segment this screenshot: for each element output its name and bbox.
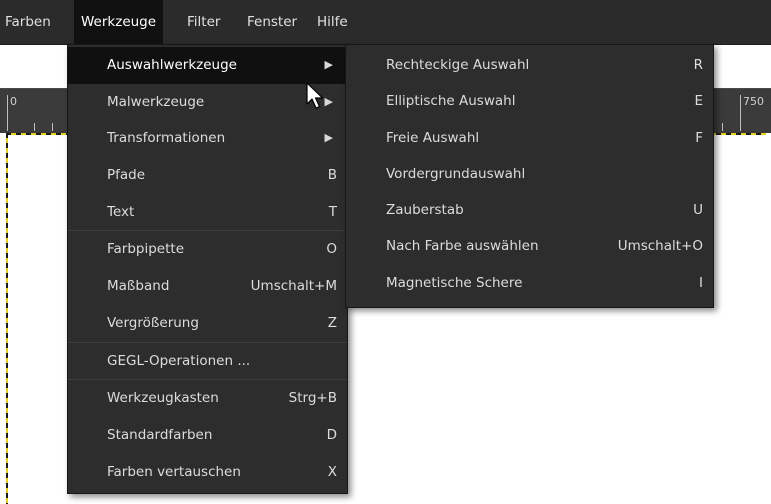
menu-item-auswahlwerkzeuge[interactable]: Auswahlwerkzeuge ▶ [68, 47, 347, 84]
menu-item-magnetische-schere[interactable]: Magnetische Schere I [346, 265, 713, 301]
menubar-item-werkzeuge[interactable]: Werkzeuge [74, 0, 164, 44]
menu-item-label: Werkzeugkasten [107, 390, 219, 407]
menu-item-freie-auswahl[interactable]: Freie Auswahl F [346, 120, 713, 156]
menu-item-label: Rechteckige Auswahl [386, 57, 530, 73]
ruler-tick [7, 95, 8, 131]
menu-item-label: Farben vertauschen [107, 463, 241, 480]
werkzeuge-menu: Auswahlwerkzeuge ▶ Malwerkzeuge ▶ Transf… [67, 44, 348, 494]
shortcut-label: Strg+B [288, 390, 337, 407]
shortcut-label: X [327, 463, 337, 480]
menu-item-label: Transformationen [107, 130, 226, 147]
menu-item-nach-farbe-auswaehlen[interactable]: Nach Farbe auswählen Umschalt+O [346, 228, 713, 264]
menu-item-farbpipette[interactable]: Farbpipette O [68, 231, 347, 268]
menubar-item-hilfe[interactable]: Hilfe [310, 0, 355, 44]
menu-item-farben-vertauschen[interactable]: Farben vertauschen X [68, 454, 347, 491]
menu-item-label: GEGL-Operationen ... [107, 352, 251, 369]
menu-item-label: Vergrößerung [107, 314, 199, 331]
ruler-tick [34, 123, 35, 131]
shortcut-label: Umschalt+M [250, 278, 337, 295]
menu-item-label: Pfade [107, 167, 146, 184]
menu-item-vordergrundauswahl[interactable]: Vordergrundauswahl [346, 156, 713, 192]
menu-item-label: Malwerkzeuge [107, 93, 205, 110]
shortcut-label: B [327, 167, 337, 184]
menu-item-pfade[interactable]: Pfade B [68, 157, 347, 194]
selection-marching-ants-left [6, 133, 8, 504]
menu-item-label: Standardfarben [107, 426, 213, 443]
menu-item-transformationen[interactable]: Transformationen ▶ [68, 120, 347, 157]
menu-item-label: Magnetische Schere [386, 274, 523, 291]
triangle-right-icon: ▶ [324, 58, 333, 71]
menu-item-text[interactable]: Text T [68, 194, 347, 231]
menu-item-massband[interactable]: Maßband Umschalt+M [68, 268, 347, 305]
menu-item-elliptische-auswahl[interactable]: Elliptische Auswahl E [346, 83, 713, 119]
ruler-label-end: 750 [743, 95, 764, 108]
shortcut-label: F [695, 129, 703, 146]
menu-item-label: Nach Farbe auswählen [386, 238, 539, 255]
triangle-right-icon: ▶ [324, 131, 333, 145]
menubar-item-farben[interactable]: Farben [0, 0, 58, 44]
menu-item-label: Freie Auswahl [386, 129, 480, 146]
ruler-label-start: 0 [10, 95, 17, 108]
shortcut-label: I [699, 274, 703, 291]
shortcut-label: E [694, 93, 703, 110]
mouse-pointer-icon [306, 82, 324, 109]
menu-item-label: Vordergrundauswahl [386, 165, 526, 182]
ruler-tick [740, 95, 741, 131]
shortcut-label: Z [327, 314, 337, 331]
menubar-item-fenster[interactable]: Fenster [240, 0, 304, 44]
ruler-tick [722, 123, 723, 131]
shortcut-label: U [693, 202, 703, 219]
menu-item-vergroesserung[interactable]: Vergrößerung Z [68, 305, 347, 342]
menu-item-label: Auswahlwerkzeuge [107, 57, 237, 73]
auswahlwerkzeuge-submenu: Rechteckige Auswahl R Elliptische Auswah… [345, 44, 714, 308]
shortcut-label: T [328, 203, 337, 220]
menu-item-rechteckige-auswahl[interactable]: Rechteckige Auswahl R [346, 47, 713, 83]
menu-item-label: Farbpipette [107, 241, 185, 258]
menu-item-label: Maßband [107, 278, 170, 295]
menu-item-gegl-operationen[interactable]: GEGL-Operationen ... [68, 343, 347, 380]
menu-item-label: Zauberstab [386, 202, 464, 219]
menu-item-label: Text [107, 203, 135, 220]
shortcut-label: Umschalt+O [617, 238, 703, 255]
menu-item-label: Elliptische Auswahl [386, 93, 516, 110]
menu-item-standardfarben[interactable]: Standardfarben D [68, 417, 347, 454]
shortcut-label: D [326, 426, 337, 443]
menu-item-zauberstab[interactable]: Zauberstab U [346, 192, 713, 228]
shortcut-label: O [326, 241, 337, 258]
shortcut-label: R [693, 57, 703, 73]
menu-bar: Farben Werkzeuge Filter Fenster Hilfe [0, 0, 771, 45]
menu-item-werkzeugkasten[interactable]: Werkzeugkasten Strg+B [68, 380, 347, 417]
ruler-tick [52, 123, 53, 131]
menubar-item-filter[interactable]: Filter [180, 0, 227, 44]
